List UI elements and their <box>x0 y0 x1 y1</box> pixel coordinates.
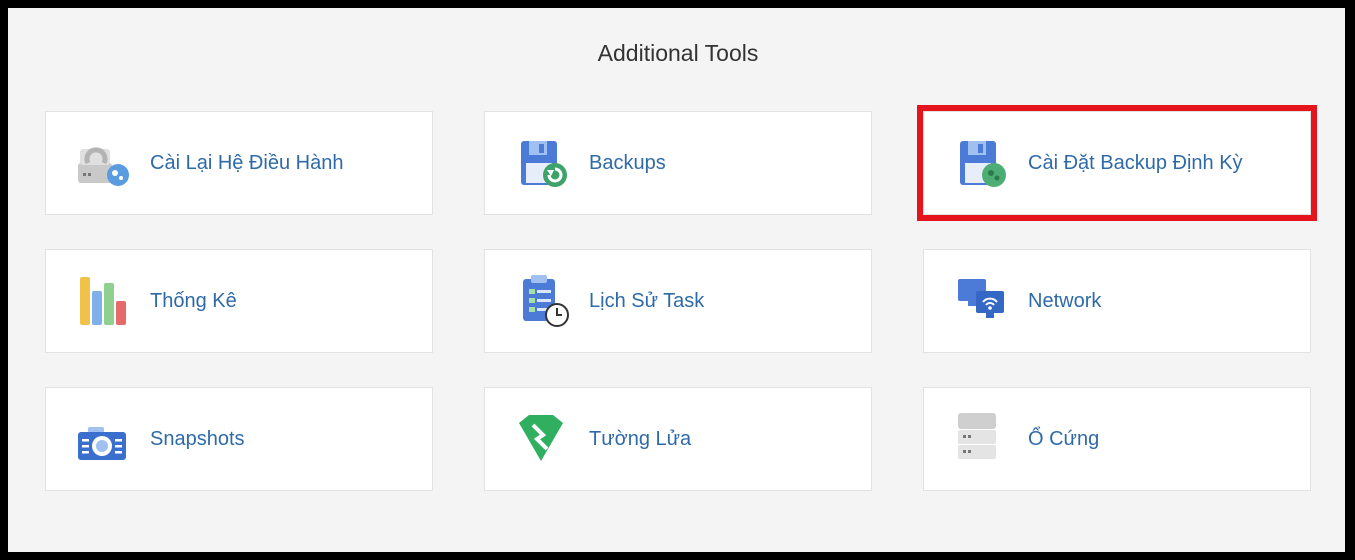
tile-label: Backups <box>589 151 666 174</box>
tile-label: Tường Lửa <box>589 427 692 450</box>
tile-label: Ổ Cứng <box>1028 427 1100 450</box>
task-history-icon <box>513 271 577 331</box>
tile-hard-disk[interactable]: Ổ Cứng <box>923 387 1311 491</box>
network-icon <box>952 271 1016 331</box>
tile-statistics[interactable]: Thống Kê <box>45 249 433 353</box>
tile-label: Lịch Sử Task <box>589 289 705 312</box>
backup-restore-icon <box>513 133 577 193</box>
firewall-icon <box>513 409 577 469</box>
tile-label: Cài Lại Hệ Điều Hành <box>150 151 344 174</box>
os-reinstall-icon <box>74 133 138 193</box>
tile-firewall[interactable]: Tường Lửa <box>484 387 872 491</box>
tile-backups[interactable]: Backups <box>484 111 872 215</box>
snapshot-camera-icon <box>74 409 138 469</box>
tile-network[interactable]: Network <box>923 249 1311 353</box>
tile-backup-schedule[interactable]: Cài Đặt Backup Định Kỳ <box>917 105 1317 221</box>
tile-label: Cài Đặt Backup Định Kỳ <box>1028 151 1243 174</box>
hard-disk-icon <box>952 409 1016 469</box>
statistics-chart-icon <box>74 271 138 331</box>
section-title: Additional Tools <box>597 40 759 66</box>
tile-label: Thống Kê <box>150 289 237 312</box>
tile-os-reinstall[interactable]: Cài Lại Hệ Điều Hành <box>45 111 433 215</box>
tile-label: Snapshots <box>150 427 245 450</box>
tile-task-history[interactable]: Lịch Sử Task <box>484 249 872 353</box>
tile-snapshots[interactable]: Snapshots <box>45 387 433 491</box>
tile-label: Network <box>1028 289 1102 312</box>
backup-schedule-icon <box>952 133 1016 193</box>
